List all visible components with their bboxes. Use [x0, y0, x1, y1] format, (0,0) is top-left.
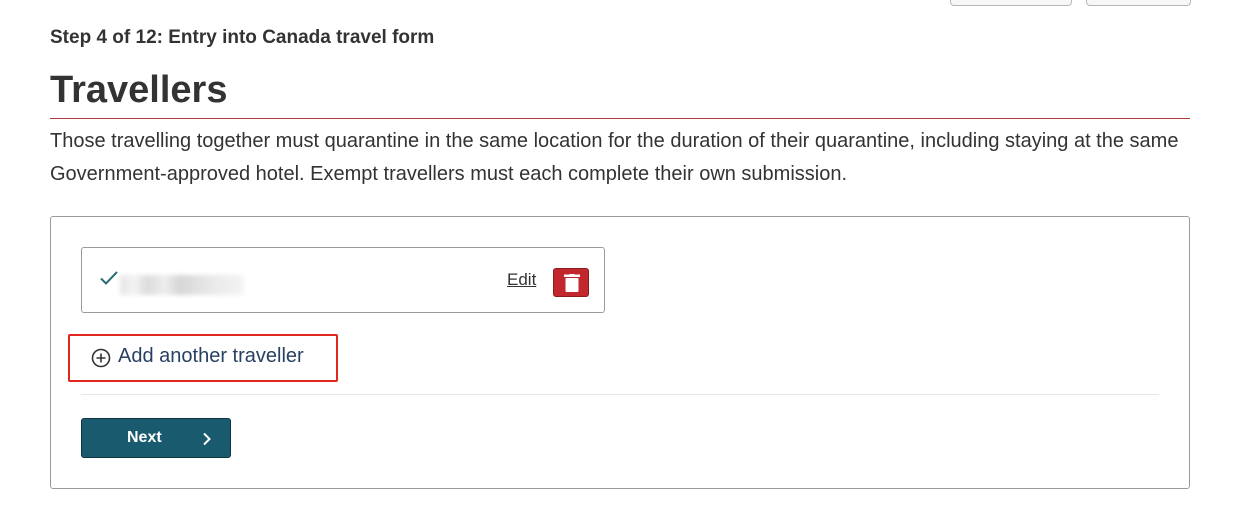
- travellers-panel: Edit Add another traveller Next: [50, 216, 1190, 489]
- add-another-traveller-label: Add another traveller: [118, 345, 304, 367]
- top-right-button-1[interactable]: [950, 0, 1072, 6]
- next-button-label: Next: [127, 429, 162, 446]
- traveller-card: Edit: [81, 247, 605, 313]
- plus-circle-icon: [91, 348, 111, 373]
- top-right-button-2[interactable]: [1086, 0, 1191, 6]
- next-button[interactable]: Next: [81, 418, 231, 458]
- intro-text: Those travelling together must quarantin…: [50, 130, 1179, 185]
- delete-traveller-button[interactable]: [553, 268, 589, 297]
- edit-traveller-link[interactable]: Edit: [507, 270, 536, 290]
- add-another-traveller-button[interactable]: Add another traveller: [68, 334, 338, 382]
- section-divider: [81, 394, 1159, 395]
- title-divider: [50, 118, 1190, 119]
- check-icon: [100, 270, 118, 286]
- trash-icon: [564, 274, 580, 292]
- page: Step 4 of 12: Entry into Canada travel f…: [0, 0, 1243, 505]
- page-title: Travellers: [50, 69, 228, 111]
- chevron-right-icon: [202, 432, 212, 451]
- step-indicator: Step 4 of 12: Entry into Canada travel f…: [50, 27, 435, 48]
- traveller-name-redacted: [120, 275, 244, 295]
